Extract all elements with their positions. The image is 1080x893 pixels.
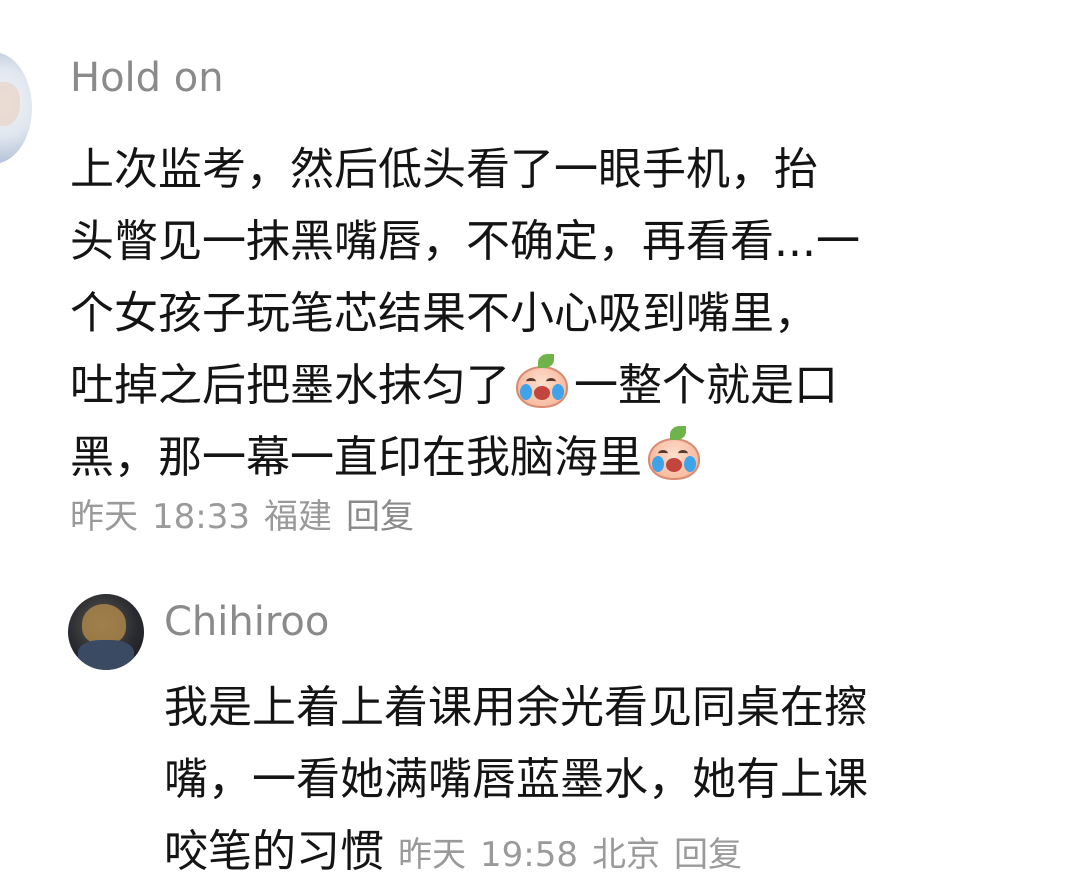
reply-text-line: 我是上着上着课用余光看见同桌在擦	[164, 682, 868, 733]
comment-text: 上次监考，然后低头看了一眼手机，抬 头瞥见一抹黑嘴唇，不确定，再看看...一 个…	[70, 134, 1030, 494]
reply-location: 北京	[591, 835, 660, 875]
reply-text-line: 咬笔的习惯 昨天 19:58 北京 回复	[164, 816, 1044, 888]
crying-emoji-icon	[512, 354, 572, 410]
avatar[interactable]	[0, 52, 32, 164]
comment-text-line: 头瞥见一抹黑嘴唇，不确定，再看看...一	[70, 216, 860, 267]
avatar-figure	[0, 82, 20, 126]
comment-time: 18:33	[152, 497, 250, 537]
reply-time: 19:58	[480, 835, 578, 875]
comment-text-line: 吐掉之后把墨水抹匀了 一整个就是口	[70, 350, 1030, 422]
reply-text-line: 嘴，一看她满嘴唇蓝墨水，她有上课	[164, 754, 868, 805]
reply-reply-button[interactable]: 回复	[674, 835, 742, 875]
comment-text-line: 黑，那一幕一直印在我脑海里	[70, 422, 1030, 494]
avatar-figure	[78, 640, 134, 670]
avatar-figure	[82, 604, 126, 644]
reply-text-segment: 咬笔的习惯	[164, 826, 384, 877]
reply-avatar[interactable]	[68, 594, 144, 670]
reply-meta: 昨天 19:58 北京 回复	[398, 835, 756, 875]
reply-date: 昨天	[398, 835, 466, 875]
comment-meta: 昨天 18:33 福建 回复	[70, 500, 428, 534]
comment-text-segment: 吐掉之后把墨水抹匀了	[70, 360, 510, 411]
reply-username[interactable]: Chihiroo	[164, 602, 329, 642]
comment-text-segment: 一整个就是口	[574, 360, 838, 411]
comment-text-line: 个女孩子玩笔芯结果不小心吸到嘴里，	[70, 288, 818, 339]
comment-location: 福建	[263, 497, 332, 537]
reply-text: 我是上着上着课用余光看见同桌在擦 嘴，一看她满嘴唇蓝墨水，她有上课 咬笔的习惯昨…	[164, 672, 1044, 888]
crying-emoji-icon	[644, 426, 704, 482]
comment-username[interactable]: Hold on	[70, 58, 224, 98]
reply-button[interactable]: 回复	[346, 497, 414, 537]
comment-text-segment: 黑，那一幕一直印在我脑海里	[70, 432, 642, 483]
comment-text-line: 上次监考，然后低头看了一眼手机，抬	[70, 144, 818, 195]
comment-date: 昨天	[70, 497, 138, 537]
